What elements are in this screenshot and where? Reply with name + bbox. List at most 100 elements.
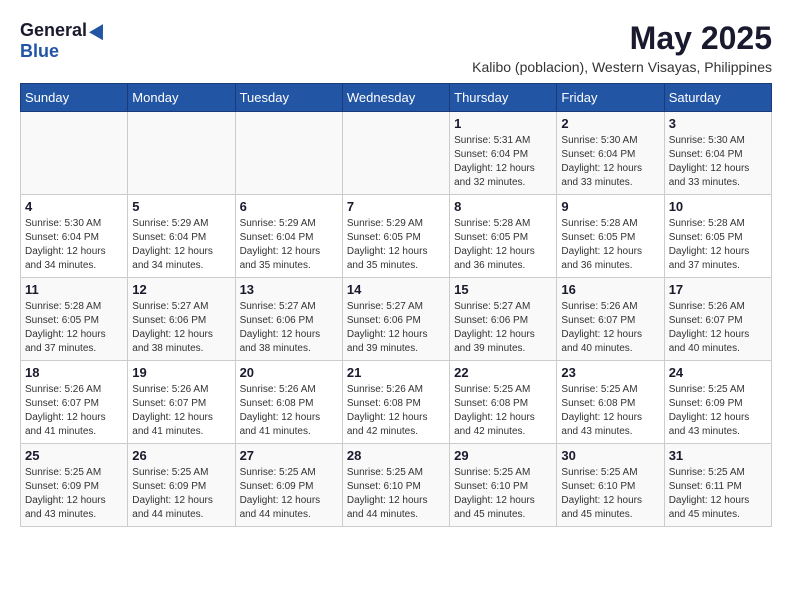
day-number: 18	[25, 365, 123, 380]
day-number: 25	[25, 448, 123, 463]
day-header-saturday: Saturday	[664, 84, 771, 112]
calendar-cell	[128, 112, 235, 195]
day-info: Sunrise: 5:25 AM Sunset: 6:10 PM Dayligh…	[347, 466, 445, 522]
logo-icon	[89, 21, 109, 41]
calendar-cell: 2 Sunrise: 5:30 AM Sunset: 6:04 PM Daylig…	[557, 112, 664, 195]
day-info: Sunrise: 5:27 AM Sunset: 6:06 PM Dayligh…	[454, 300, 552, 356]
calendar-cell: 13Sunrise: 5:27 AM Sunset: 6:06 PM Dayli…	[235, 278, 342, 361]
day-number: 15	[454, 282, 552, 297]
day-info: Sunrise: 5:28 AM Sunset: 6:05 PM Dayligh…	[25, 300, 123, 356]
day-number: 3	[669, 116, 767, 131]
calendar-header-row: SundayMondayTuesdayWednesdayThursdayFrid…	[21, 84, 772, 112]
day-info: Sunrise: 5:31 AM Sunset: 6:04 PM Dayligh…	[454, 134, 552, 190]
calendar-cell: 25 Sunrise: 5:25 AM Sunset: 6:09 PM Dayli…	[21, 444, 128, 527]
day-info: Sunrise: 5:30 AM Sunset: 6:04 PM Dayligh…	[669, 134, 767, 190]
day-number: 21	[347, 365, 445, 380]
day-info: Sunrise: 5:28 AM Sunset: 6:05 PM Dayligh…	[669, 217, 767, 273]
calendar-cell: 30 Sunrise: 5:25 AM Sunset: 6:10 PM Dayli…	[557, 444, 664, 527]
day-info: Sunrise: 5:27 AM Sunset: 6:06 PM Dayligh…	[240, 300, 338, 356]
day-info: Sunrise: 5:30 AM Sunset: 6:04 PM Dayligh…	[25, 217, 123, 273]
calendar-cell: 7Sunrise: 5:29 AM Sunset: 6:05 PM Daylig…	[342, 195, 449, 278]
day-number: 10	[669, 199, 767, 214]
day-number: 6	[240, 199, 338, 214]
calendar-week-row: 11Sunrise: 5:28 AM Sunset: 6:05 PM Dayli…	[21, 278, 772, 361]
calendar-table: SundayMondayTuesdayWednesdayThursdayFrid…	[20, 83, 772, 527]
calendar-cell: 19Sunrise: 5:26 AM Sunset: 6:07 PM Dayli…	[128, 361, 235, 444]
calendar-cell: 22 Sunrise: 5:25 AM Sunset: 6:08 PM Dayli…	[450, 361, 557, 444]
day-info: Sunrise: 5:26 AM Sunset: 6:08 PM Dayligh…	[347, 383, 445, 439]
day-info: Sunrise: 5:28 AM Sunset: 6:05 PM Dayligh…	[561, 217, 659, 273]
day-number: 8	[454, 199, 552, 214]
day-info: Sunrise: 5:26 AM Sunset: 6:08 PM Dayligh…	[240, 383, 338, 439]
day-info: Sunrise: 5:30 AM Sunset: 6:04 PM Dayligh…	[561, 134, 659, 190]
day-info: Sunrise: 5:25 AM Sunset: 6:08 PM Dayligh…	[454, 383, 552, 439]
day-info: Sunrise: 5:29 AM Sunset: 6:04 PM Dayligh…	[240, 217, 338, 273]
day-header-wednesday: Wednesday	[342, 84, 449, 112]
day-info: Sunrise: 5:28 AM Sunset: 6:05 PM Dayligh…	[454, 217, 552, 273]
calendar-cell: 31Sunrise: 5:25 AM Sunset: 6:11 PM Dayli…	[664, 444, 771, 527]
day-info: Sunrise: 5:25 AM Sunset: 6:08 PM Dayligh…	[561, 383, 659, 439]
day-info: Sunrise: 5:25 AM Sunset: 6:09 PM Dayligh…	[669, 383, 767, 439]
calendar-cell: 1Sunrise: 5:31 AM Sunset: 6:04 PM Daylig…	[450, 112, 557, 195]
calendar-cell: 15 Sunrise: 5:27 AM Sunset: 6:06 PM Dayli…	[450, 278, 557, 361]
calendar-cell: 24Sunrise: 5:25 AM Sunset: 6:09 PM Dayli…	[664, 361, 771, 444]
calendar-cell: 17Sunrise: 5:26 AM Sunset: 6:07 PM Dayli…	[664, 278, 771, 361]
calendar-cell: 16Sunrise: 5:26 AM Sunset: 6:07 PM Dayli…	[557, 278, 664, 361]
day-number: 28	[347, 448, 445, 463]
calendar-cell	[342, 112, 449, 195]
day-header-thursday: Thursday	[450, 84, 557, 112]
day-header-tuesday: Tuesday	[235, 84, 342, 112]
day-number: 7	[347, 199, 445, 214]
calendar-cell: 28 Sunrise: 5:25 AM Sunset: 6:10 PM Dayli…	[342, 444, 449, 527]
calendar-cell: 18 Sunrise: 5:26 AM Sunset: 6:07 PM Dayli…	[21, 361, 128, 444]
calendar-cell: 8 Sunrise: 5:28 AM Sunset: 6:05 PM Daylig…	[450, 195, 557, 278]
calendar-cell: 20Sunrise: 5:26 AM Sunset: 6:08 PM Dayli…	[235, 361, 342, 444]
location-text: Kalibo (poblacion), Western Visayas, Phi…	[472, 59, 772, 75]
day-info: Sunrise: 5:26 AM Sunset: 6:07 PM Dayligh…	[669, 300, 767, 356]
logo-blue-text: Blue	[20, 41, 59, 61]
day-info: Sunrise: 5:25 AM Sunset: 6:09 PM Dayligh…	[25, 466, 123, 522]
day-header-monday: Monday	[128, 84, 235, 112]
day-info: Sunrise: 5:25 AM Sunset: 6:10 PM Dayligh…	[561, 466, 659, 522]
calendar-cell: 11Sunrise: 5:28 AM Sunset: 6:05 PM Dayli…	[21, 278, 128, 361]
calendar-cell: 12 Sunrise: 5:27 AM Sunset: 6:06 PM Dayli…	[128, 278, 235, 361]
day-number: 9	[561, 199, 659, 214]
calendar-cell	[21, 112, 128, 195]
calendar-week-row: 18 Sunrise: 5:26 AM Sunset: 6:07 PM Dayli…	[21, 361, 772, 444]
title-section: May 2025 Kalibo (poblacion), Western Vis…	[472, 20, 772, 75]
calendar-cell: 10 Sunrise: 5:28 AM Sunset: 6:05 PM Dayli…	[664, 195, 771, 278]
calendar-cell: 14 Sunrise: 5:27 AM Sunset: 6:06 PM Dayli…	[342, 278, 449, 361]
month-year-title: May 2025	[472, 20, 772, 57]
calendar-cell: 5Sunrise: 5:29 AM Sunset: 6:04 PM Daylig…	[128, 195, 235, 278]
calendar-week-row: 1Sunrise: 5:31 AM Sunset: 6:04 PM Daylig…	[21, 112, 772, 195]
day-number: 14	[347, 282, 445, 297]
calendar-cell: 23 Sunrise: 5:25 AM Sunset: 6:08 PM Dayli…	[557, 361, 664, 444]
day-number: 19	[132, 365, 230, 380]
day-number: 26	[132, 448, 230, 463]
calendar-cell: 26Sunrise: 5:25 AM Sunset: 6:09 PM Dayli…	[128, 444, 235, 527]
day-number: 31	[669, 448, 767, 463]
calendar-cell: 4Sunrise: 5:30 AM Sunset: 6:04 PM Daylig…	[21, 195, 128, 278]
day-number: 12	[132, 282, 230, 297]
day-info: Sunrise: 5:27 AM Sunset: 6:06 PM Dayligh…	[132, 300, 230, 356]
day-number: 27	[240, 448, 338, 463]
calendar-cell: 6 Sunrise: 5:29 AM Sunset: 6:04 PM Daylig…	[235, 195, 342, 278]
logo: General Blue	[20, 20, 109, 62]
day-header-sunday: Sunday	[21, 84, 128, 112]
day-info: Sunrise: 5:27 AM Sunset: 6:06 PM Dayligh…	[347, 300, 445, 356]
calendar-cell: 3 Sunrise: 5:30 AM Sunset: 6:04 PM Daylig…	[664, 112, 771, 195]
day-number: 23	[561, 365, 659, 380]
day-number: 2	[561, 116, 659, 131]
day-number: 29	[454, 448, 552, 463]
day-number: 30	[561, 448, 659, 463]
day-header-friday: Friday	[557, 84, 664, 112]
calendar-cell: 27Sunrise: 5:25 AM Sunset: 6:09 PM Dayli…	[235, 444, 342, 527]
day-number: 22	[454, 365, 552, 380]
page-header: General Blue May 2025 Kalibo (poblacion)…	[20, 20, 772, 75]
day-info: Sunrise: 5:26 AM Sunset: 6:07 PM Dayligh…	[25, 383, 123, 439]
day-info: Sunrise: 5:25 AM Sunset: 6:10 PM Dayligh…	[454, 466, 552, 522]
day-info: Sunrise: 5:26 AM Sunset: 6:07 PM Dayligh…	[561, 300, 659, 356]
calendar-cell	[235, 112, 342, 195]
calendar-week-row: 25 Sunrise: 5:25 AM Sunset: 6:09 PM Dayli…	[21, 444, 772, 527]
calendar-cell: 21 Sunrise: 5:26 AM Sunset: 6:08 PM Dayli…	[342, 361, 449, 444]
